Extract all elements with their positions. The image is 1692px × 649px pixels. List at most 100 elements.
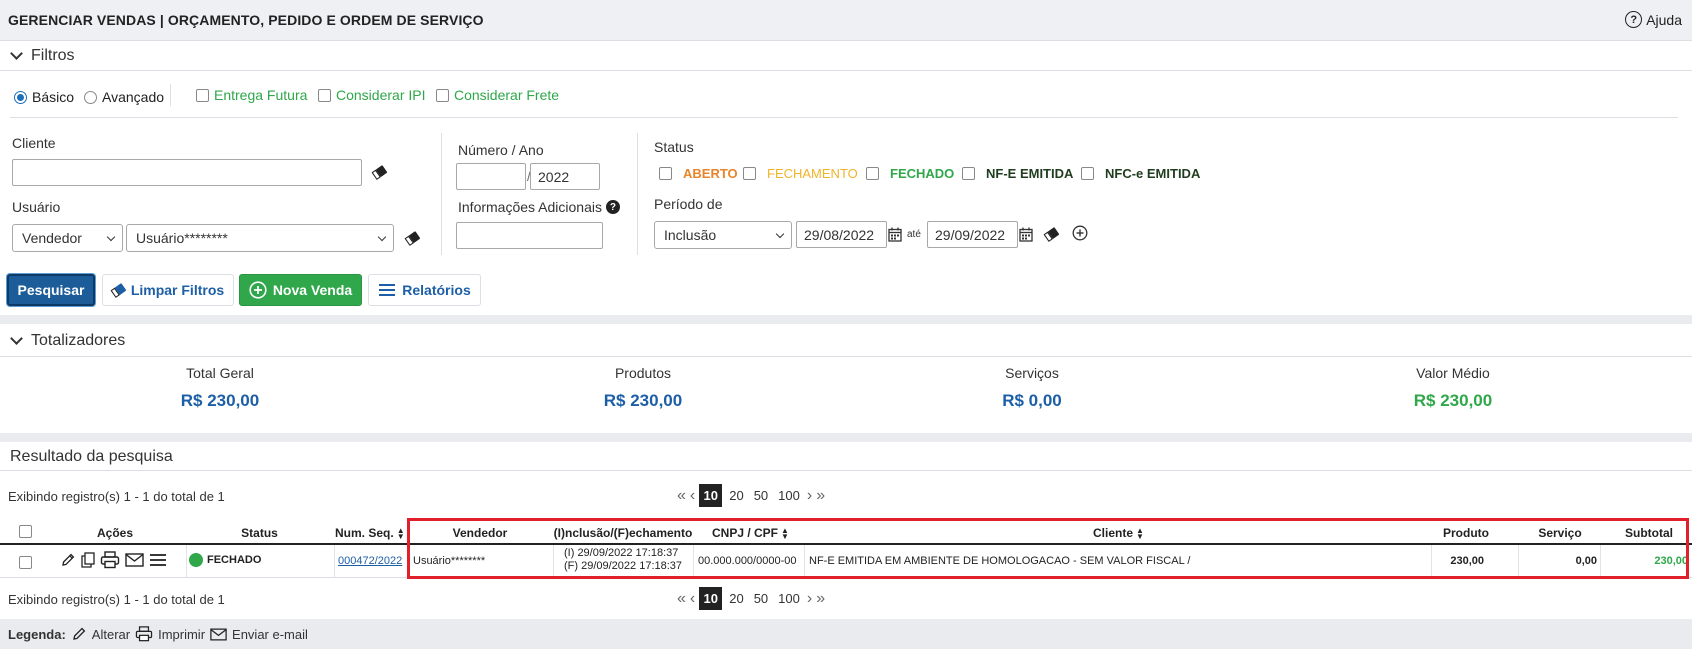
- radio-basico[interactable]: Básico: [14, 89, 74, 105]
- ano-input[interactable]: 2022: [530, 163, 600, 190]
- page-header: GERENCIAR VENDAS | ORÇAMENTO, PEDIDO E O…: [0, 0, 1692, 41]
- eraser-icon[interactable]: [371, 165, 388, 180]
- numero-label: Número / Ano: [458, 142, 544, 158]
- email-icon[interactable]: [125, 553, 144, 567]
- checkbox-icon: [866, 167, 879, 180]
- usuario-type-select[interactable]: Vendedor: [12, 224, 123, 252]
- page-size-50[interactable]: 50: [751, 591, 771, 606]
- divider: [170, 84, 171, 106]
- num-seq-link[interactable]: 000472/2022: [338, 555, 402, 567]
- periodo-type-select[interactable]: Inclusão: [654, 221, 792, 249]
- limpar-filtros-button[interactable]: Limpar Filtros: [102, 274, 234, 306]
- last-page-icon[interactable]: »: [816, 487, 825, 505]
- prev-page-icon[interactable]: ‹: [690, 487, 695, 505]
- chevron-down-icon: [377, 232, 387, 242]
- last-page-icon[interactable]: »: [816, 590, 825, 608]
- checkbox-considerar-ipi[interactable]: Considerar IPI: [318, 87, 425, 103]
- radio-checked-icon: [14, 90, 27, 104]
- checkbox-label: NFC-e EMITIDA: [1105, 166, 1201, 181]
- radio-avancado[interactable]: Avançado: [84, 89, 164, 105]
- select-all-checkbox[interactable]: [19, 525, 32, 538]
- checkbox-icon: [196, 88, 209, 102]
- results-title: Resultado da pesquisa: [10, 448, 173, 465]
- status-label: Status: [654, 139, 694, 155]
- plus-circle-icon: [249, 281, 267, 299]
- menu-icon[interactable]: [149, 553, 167, 567]
- total-geral-value: R$ 230,00: [180, 391, 260, 410]
- question-icon[interactable]: ?: [605, 200, 620, 214]
- page-size-100[interactable]: 100: [775, 488, 803, 503]
- eraser-icon[interactable]: [1043, 227, 1060, 242]
- help-icon: ?: [1625, 11, 1643, 28]
- checkbox-label: ABERTO: [683, 166, 738, 181]
- eraser-icon[interactable]: [404, 231, 421, 246]
- page-size-50[interactable]: 50: [751, 488, 771, 503]
- relatorios-button[interactable]: Relatórios: [368, 274, 481, 306]
- pagination-top: « ‹ 10 20 50 100 › »: [677, 484, 825, 507]
- valor-medio-label: Valor Médio: [1416, 365, 1490, 381]
- page-size-20[interactable]: 20: [726, 591, 746, 606]
- next-page-icon[interactable]: ›: [807, 590, 812, 608]
- produtos-label: Produtos: [614, 365, 672, 381]
- filters-toggle[interactable]: Filtros: [8, 47, 75, 65]
- select-value: Usuário********: [136, 230, 228, 246]
- cliente-input[interactable]: [12, 159, 362, 186]
- page-size-10[interactable]: 10: [699, 484, 723, 507]
- status-fechado[interactable]: FECHADO: [866, 166, 954, 181]
- page-size-10[interactable]: 10: [699, 587, 723, 610]
- page-size-100[interactable]: 100: [775, 591, 803, 606]
- status-nfce-emitida[interactable]: NFC-e EMITIDA: [1081, 166, 1200, 181]
- help-link[interactable]: ? Ajuda: [1625, 11, 1682, 28]
- calendar-icon[interactable]: [1019, 227, 1033, 242]
- print-icon: [135, 626, 153, 642]
- date-from-input[interactable]: 29/08/2022: [796, 221, 887, 248]
- checkbox-icon: [659, 167, 672, 180]
- radio-label: Avançado: [102, 89, 165, 105]
- pesquisar-button[interactable]: Pesquisar: [7, 274, 95, 306]
- checkbox-label: Considerar Frete: [454, 87, 560, 103]
- help-label: Ajuda: [1646, 11, 1682, 28]
- select-value: Vendedor: [22, 230, 82, 246]
- sort-icon: ▲ ▼: [396, 525, 405, 541]
- numero-input[interactable]: [456, 163, 526, 190]
- divider: [637, 133, 638, 255]
- record-info: Exibindo registro(s) 1 - 1 do total de 1: [8, 489, 225, 504]
- page-size-20[interactable]: 20: [726, 488, 746, 503]
- print-icon[interactable]: [100, 551, 120, 569]
- checkbox-icon: [743, 167, 756, 180]
- section-gap: [0, 433, 1692, 442]
- usuario-label: Usuário: [12, 199, 61, 215]
- chevron-down-icon: [775, 229, 785, 239]
- status-fechamento[interactable]: FECHAMENTO: [743, 166, 858, 181]
- next-page-icon[interactable]: ›: [807, 487, 812, 505]
- totals-toggle[interactable]: Totalizadores: [8, 332, 125, 350]
- radio-label: Básico: [32, 89, 75, 105]
- legend: Legenda: Alterar Imprimir Enviar e-mail: [8, 626, 308, 642]
- calendar-icon[interactable]: [888, 227, 902, 242]
- status-aberto[interactable]: ABERTO: [659, 166, 738, 181]
- status-nfe-emitida[interactable]: NF-E EMITIDA: [962, 166, 1073, 181]
- first-page-icon[interactable]: «: [677, 590, 686, 608]
- total-geral-label: Total Geral: [186, 365, 254, 381]
- info-adicionais-input[interactable]: [456, 222, 603, 249]
- pencil-icon[interactable]: [60, 552, 76, 568]
- usuario-select[interactable]: Usuário********: [126, 224, 394, 252]
- row-checkbox[interactable]: [19, 556, 32, 569]
- status-badge: FECHADO: [189, 553, 261, 567]
- first-page-icon[interactable]: «: [677, 487, 686, 505]
- servicos-label: Serviços: [1005, 365, 1059, 381]
- nova-venda-button[interactable]: Nova Venda: [239, 274, 362, 306]
- date-to-input[interactable]: 29/09/2022: [927, 221, 1018, 248]
- section-gap: [0, 315, 1692, 324]
- cell-divider: [186, 545, 187, 577]
- add-circle-icon[interactable]: [1072, 225, 1088, 241]
- checkbox-label: FECHADO: [890, 166, 955, 181]
- button-label: Relatórios: [402, 282, 471, 298]
- checkbox-considerar-frete[interactable]: Considerar Frete: [436, 87, 559, 103]
- status-text: FECHADO: [207, 554, 262, 566]
- prev-page-icon[interactable]: ‹: [690, 590, 695, 608]
- checkbox-entrega-futura[interactable]: Entrega Futura: [196, 87, 307, 103]
- copy-icon[interactable]: [81, 552, 95, 568]
- divider: [441, 133, 442, 255]
- col-num-seq[interactable]: Num. Seq. ▲ ▼: [335, 526, 405, 540]
